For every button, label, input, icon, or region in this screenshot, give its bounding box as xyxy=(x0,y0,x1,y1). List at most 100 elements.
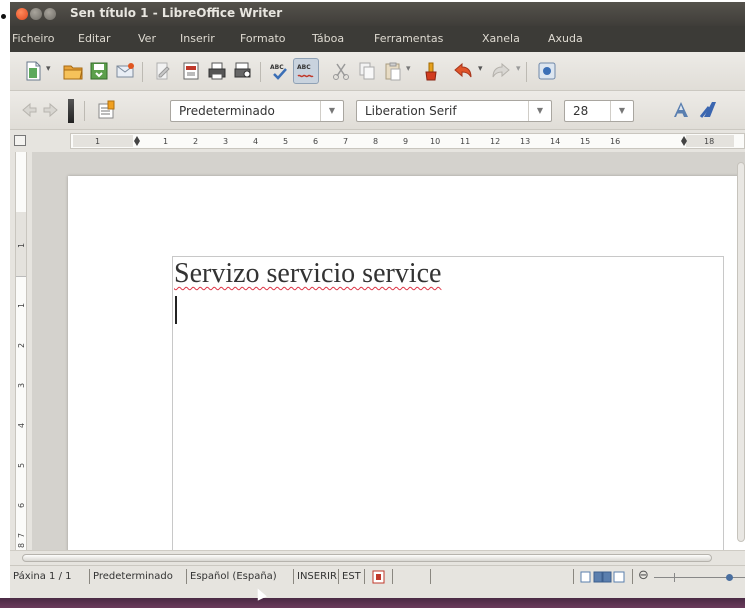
status-divider xyxy=(573,569,574,584)
clone-formatting-icon[interactable] xyxy=(420,60,442,82)
vruler-tick: 4 xyxy=(17,423,26,428)
cut-icon[interactable] xyxy=(330,60,352,82)
vertical-ruler-labels: 1 1 2 3 4 5 6 7 8 xyxy=(17,243,26,548)
hruler-tick: 9 xyxy=(403,137,408,146)
status-divider xyxy=(338,569,339,584)
close-window-button[interactable] xyxy=(16,8,28,20)
paste-dropdown-icon[interactable]: ▾ xyxy=(406,64,411,74)
email-icon[interactable] xyxy=(114,60,136,82)
menu-ver[interactable]: Ver xyxy=(138,32,156,45)
hruler-tick: 8 xyxy=(373,137,378,146)
copy-icon[interactable] xyxy=(356,60,378,82)
insert-mode[interactable]: INSERIR xyxy=(297,571,337,582)
font-name-combo[interactable]: Liberation Serif ▼ xyxy=(356,100,552,122)
hruler-tick: 11 xyxy=(460,137,470,146)
vruler-tick: 3 xyxy=(17,383,26,388)
bold-icon[interactable] xyxy=(670,99,692,121)
spellcheck-icon[interactable]: ABC xyxy=(268,60,290,82)
menu-editar[interactable]: Editar xyxy=(78,32,111,45)
language-status[interactable]: Español (España) xyxy=(190,571,277,582)
minimize-window-button[interactable] xyxy=(30,8,42,20)
status-divider xyxy=(89,569,90,584)
menu-inserir[interactable]: Inserir xyxy=(180,32,215,45)
forward-arrow-icon[interactable] xyxy=(40,99,62,121)
horizontal-scrollbar[interactable] xyxy=(10,550,745,565)
toolbar-separator xyxy=(260,62,261,82)
standard-toolbar: ▾ ABC ABC ▾ ▾ ▾ xyxy=(10,52,745,91)
print-icon[interactable] xyxy=(206,60,228,82)
document-modified-icon[interactable] xyxy=(372,570,386,584)
edit-file-icon[interactable] xyxy=(152,60,174,82)
zoom-slider-tick xyxy=(674,573,675,582)
italic-icon[interactable] xyxy=(698,99,720,121)
new-dropdown-icon[interactable]: ▾ xyxy=(46,64,51,74)
menu-xanela[interactable]: Xanela xyxy=(482,32,520,45)
new-document-icon[interactable] xyxy=(22,60,44,82)
selection-mode[interactable]: EST xyxy=(342,571,361,582)
zoom-out-icon[interactable]: ⊖ xyxy=(638,568,649,583)
hruler-tick: 13 xyxy=(520,137,530,146)
hruler-tick: 4 xyxy=(253,137,258,146)
maximize-window-button[interactable] xyxy=(44,8,56,20)
document-text-content: Servizo servicio service xyxy=(174,258,442,289)
svg-text:ABC: ABC xyxy=(297,64,311,71)
horizontal-scrollbar-thumb[interactable] xyxy=(22,554,712,562)
vruler-tick: 7 xyxy=(17,533,26,538)
horizontal-ruler-scale: 1 1 2 3 4 5 6 7 8 9 10 11 12 13 14 15 16 xyxy=(73,135,734,147)
vruler-tick: 1 xyxy=(17,243,26,248)
status-divider xyxy=(364,569,365,584)
menu-formato[interactable]: Formato xyxy=(240,32,286,45)
chevron-down-icon[interactable]: ▼ xyxy=(610,101,633,121)
save-icon[interactable] xyxy=(88,60,110,82)
document-text[interactable]: Servizo servicio service xyxy=(174,258,441,290)
hruler-tick: 14 xyxy=(550,137,560,146)
vruler-tick: 8 xyxy=(17,543,26,548)
toolbar-grip xyxy=(68,99,74,123)
font-name-value: Liberation Serif xyxy=(365,104,457,118)
document-workspace: Servizo servicio service xyxy=(32,152,745,556)
font-size-value: 28 xyxy=(573,104,589,118)
font-size-combo[interactable]: 28 ▼ xyxy=(564,100,634,122)
menu-ficheiro[interactable]: Ficheiro xyxy=(12,32,54,45)
vertical-ruler[interactable]: 1 1 2 3 4 5 6 7 8 xyxy=(10,152,32,550)
hruler-tick: 15 xyxy=(580,137,590,146)
open-folder-icon[interactable] xyxy=(62,60,84,82)
paste-icon[interactable] xyxy=(382,60,404,82)
undo-dropdown-icon[interactable]: ▾ xyxy=(478,64,483,74)
styles-formatting-icon[interactable] xyxy=(96,99,118,121)
hruler-tick: 1 xyxy=(163,137,168,146)
toolbar-separator xyxy=(84,101,85,121)
hruler-tick: 6 xyxy=(313,137,318,146)
redo-dropdown-icon[interactable]: ▾ xyxy=(516,64,521,74)
back-arrow-icon[interactable] xyxy=(18,99,40,121)
left-indent-marker[interactable] xyxy=(134,136,140,146)
menu-taboa[interactable]: Táboa xyxy=(312,32,344,45)
document-page[interactable]: Servizo servicio service xyxy=(68,176,745,556)
hruler-tick: 16 xyxy=(610,137,620,146)
chevron-down-icon[interactable]: ▼ xyxy=(528,101,551,121)
redo-icon[interactable] xyxy=(490,60,512,82)
chevron-down-icon[interactable]: ▼ xyxy=(320,101,343,121)
hruler-tick: 12 xyxy=(490,137,500,146)
text-cursor xyxy=(175,296,177,324)
view-layout-icons[interactable] xyxy=(580,570,626,584)
menu-ferramentas[interactable]: Ferramentas xyxy=(374,32,443,45)
page-count[interactable]: Páxina 1 / 1 xyxy=(13,571,72,582)
text-boundaries xyxy=(172,256,724,556)
menu-axuda[interactable]: Axuda xyxy=(548,32,583,45)
vertical-scrollbar[interactable] xyxy=(737,162,745,542)
writer-window: Sen título 1 - LibreOffice Writer Fichei… xyxy=(10,2,745,598)
vruler-tick: 2 xyxy=(17,343,26,348)
paragraph-style-combo[interactable]: Predeterminado ▼ xyxy=(170,100,344,122)
print-preview-icon[interactable] xyxy=(232,60,254,82)
zoom-slider-handle[interactable] xyxy=(726,574,733,581)
hruler-tick: 7 xyxy=(343,137,348,146)
autospellcheck-button[interactable]: ABC xyxy=(293,58,319,84)
tab-type-selector[interactable] xyxy=(14,135,26,146)
hruler-tick: 1 xyxy=(95,137,100,146)
undo-icon[interactable] xyxy=(452,60,474,82)
page-style[interactable]: Predeterminado xyxy=(93,571,173,582)
export-pdf-icon[interactable] xyxy=(180,60,202,82)
navigator-icon[interactable] xyxy=(536,60,558,82)
horizontal-ruler[interactable]: 1 1 2 3 4 5 6 7 8 9 10 11 12 13 14 15 16 xyxy=(70,133,745,149)
